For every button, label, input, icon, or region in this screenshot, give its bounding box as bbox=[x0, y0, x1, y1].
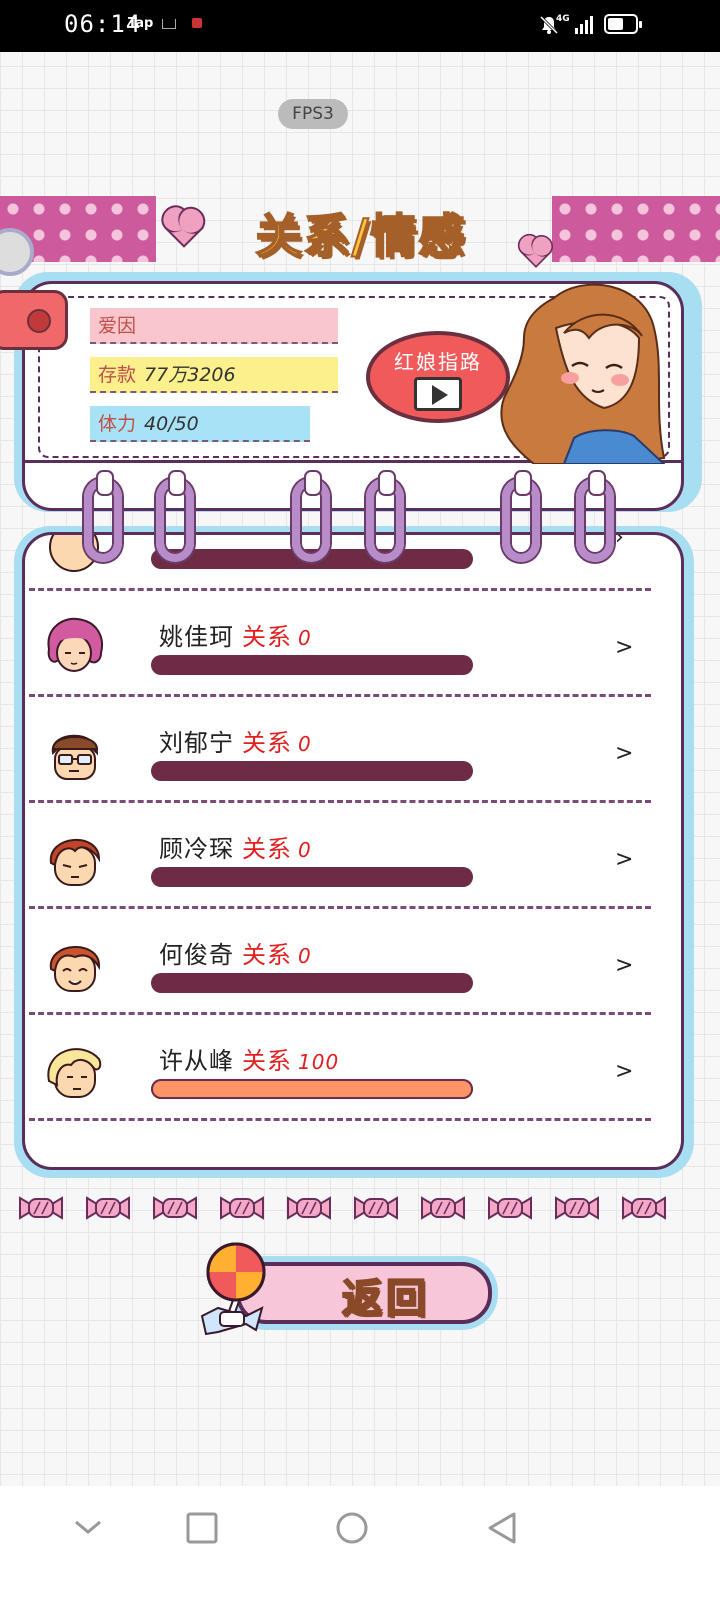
candy-icon bbox=[555, 1196, 599, 1220]
player-name: 爱因 bbox=[90, 308, 338, 344]
heart-icon bbox=[164, 208, 204, 248]
row-divider bbox=[29, 1118, 651, 1121]
smiling-boy-icon bbox=[41, 931, 107, 997]
relationship-value: 100 bbox=[298, 1050, 340, 1074]
relationship-bar-fill bbox=[151, 1079, 473, 1099]
glasses-boy-icon bbox=[41, 719, 107, 785]
list-item[interactable]: 顾冷琛 关系 0 > bbox=[25, 803, 681, 909]
contact-name-text: 姚佳珂 bbox=[159, 623, 234, 651]
back-icon[interactable] bbox=[472, 1506, 532, 1550]
relationship-value: 0 bbox=[298, 944, 312, 968]
candy-icon bbox=[622, 1196, 666, 1220]
contact-name: 刘郁宁 关系 0 bbox=[159, 723, 312, 758]
network-type: 4G bbox=[556, 14, 570, 24]
matchmaker-portrait bbox=[500, 283, 666, 464]
relationship-label: 关系 bbox=[242, 729, 292, 757]
system-nav-bar bbox=[0, 1486, 720, 1600]
relationship-label: 关系 bbox=[242, 1047, 292, 1075]
player-name-value: 爱因 bbox=[98, 315, 137, 337]
contact-name: 顾冷琛 关系 0 bbox=[159, 829, 312, 864]
status-bar: 06:14 Tap 4G bbox=[0, 0, 720, 52]
chevron-right-icon: > bbox=[615, 635, 634, 660]
binder-ring bbox=[502, 470, 540, 562]
candy-icon bbox=[287, 1196, 331, 1220]
notification-icon bbox=[192, 18, 202, 28]
relationship-bar bbox=[151, 973, 473, 993]
stamina-label: 体力 bbox=[98, 413, 137, 435]
contact-name-text: 何俊奇 bbox=[159, 941, 234, 969]
pink-hair-girl-icon bbox=[41, 613, 107, 679]
list-item[interactable]: 刘郁宁 关系 0 > bbox=[25, 697, 681, 803]
blonde-boy-icon bbox=[41, 1037, 107, 1103]
relationship-list[interactable]: › 姚佳珂 关系 0 > 刘郁宁 关系 0 > 顾冷琛 关系 0 > 何俊奇 关… bbox=[22, 532, 684, 1170]
contact-name: 许从峰 关系 100 bbox=[159, 1041, 339, 1076]
candy-icon bbox=[19, 1196, 63, 1220]
candy-icon bbox=[421, 1196, 465, 1220]
battery-level bbox=[608, 18, 624, 30]
savings-label: 存款 bbox=[98, 364, 137, 386]
guide-button-label: 红娘指路 bbox=[394, 350, 482, 374]
lollipop-icon bbox=[200, 1242, 266, 1336]
side-tab-button[interactable] bbox=[0, 290, 68, 350]
chevron-right-icon: › bbox=[615, 532, 624, 550]
relationship-bar bbox=[151, 761, 473, 781]
contact-name-text: 许从峰 bbox=[159, 1047, 234, 1075]
page-title: 关系/情感 bbox=[255, 208, 467, 264]
relationship-value: 0 bbox=[298, 838, 312, 862]
stamina-value: 40/50 bbox=[144, 413, 199, 435]
battery-icon bbox=[604, 14, 642, 34]
contact-name: 何俊奇 关系 0 bbox=[159, 935, 312, 970]
signal-icon bbox=[575, 16, 593, 34]
relationship-label: 关系 bbox=[242, 941, 292, 969]
relationship-bar bbox=[151, 1079, 473, 1099]
chevron-right-icon: > bbox=[615, 847, 634, 872]
candy-icon bbox=[488, 1196, 532, 1220]
chevron-down-icon[interactable] bbox=[58, 1506, 118, 1550]
candy-icon bbox=[220, 1196, 264, 1220]
list-item[interactable]: 何俊奇 关系 0 > bbox=[25, 909, 681, 1015]
candy-icon bbox=[86, 1196, 130, 1220]
heart-icon bbox=[520, 236, 552, 268]
return-button-label: 返回 bbox=[341, 1275, 430, 1323]
binder-ring bbox=[84, 470, 122, 562]
binder-ring bbox=[366, 470, 404, 562]
video-play-icon bbox=[414, 377, 462, 411]
contact-name: 姚佳珂 关系 0 bbox=[159, 617, 312, 652]
relationship-label: 关系 bbox=[242, 623, 292, 651]
list-item[interactable]: 许从峰 关系 100 > bbox=[25, 1015, 681, 1121]
chevron-right-icon: > bbox=[615, 1059, 634, 1084]
binder-ring bbox=[292, 470, 330, 562]
binder-ring bbox=[156, 470, 194, 562]
binder-ring bbox=[576, 470, 614, 562]
contact-name-text: 顾冷琛 bbox=[159, 835, 234, 863]
app-label: Tap bbox=[128, 16, 154, 31]
relationship-bar bbox=[151, 867, 473, 887]
fps-badge: FPS3 bbox=[278, 99, 348, 129]
player-stamina: 体力 40/50 bbox=[90, 406, 310, 442]
recent-apps-icon[interactable] bbox=[172, 1506, 232, 1550]
relationship-value: 0 bbox=[298, 626, 312, 650]
chevron-right-icon: > bbox=[615, 953, 634, 978]
title-ribbon-right bbox=[552, 196, 720, 262]
list-item[interactable]: 姚佳珂 关系 0 > bbox=[25, 591, 681, 697]
relationship-label: 关系 bbox=[242, 835, 292, 863]
notification-icon bbox=[162, 19, 176, 29]
red-hair-boy-icon bbox=[41, 825, 107, 891]
relationship-value: 0 bbox=[298, 732, 312, 756]
relationship-bar bbox=[151, 655, 473, 675]
player-savings: 存款 77万3206 bbox=[90, 357, 338, 393]
contact-name-text: 刘郁宁 bbox=[159, 729, 234, 757]
candy-icon bbox=[153, 1196, 197, 1220]
tab-dot-icon bbox=[27, 309, 51, 333]
home-icon[interactable] bbox=[322, 1506, 382, 1550]
savings-value: 77万3206 bbox=[144, 364, 236, 386]
chevron-right-icon: > bbox=[615, 741, 634, 766]
candy-icon bbox=[354, 1196, 398, 1220]
